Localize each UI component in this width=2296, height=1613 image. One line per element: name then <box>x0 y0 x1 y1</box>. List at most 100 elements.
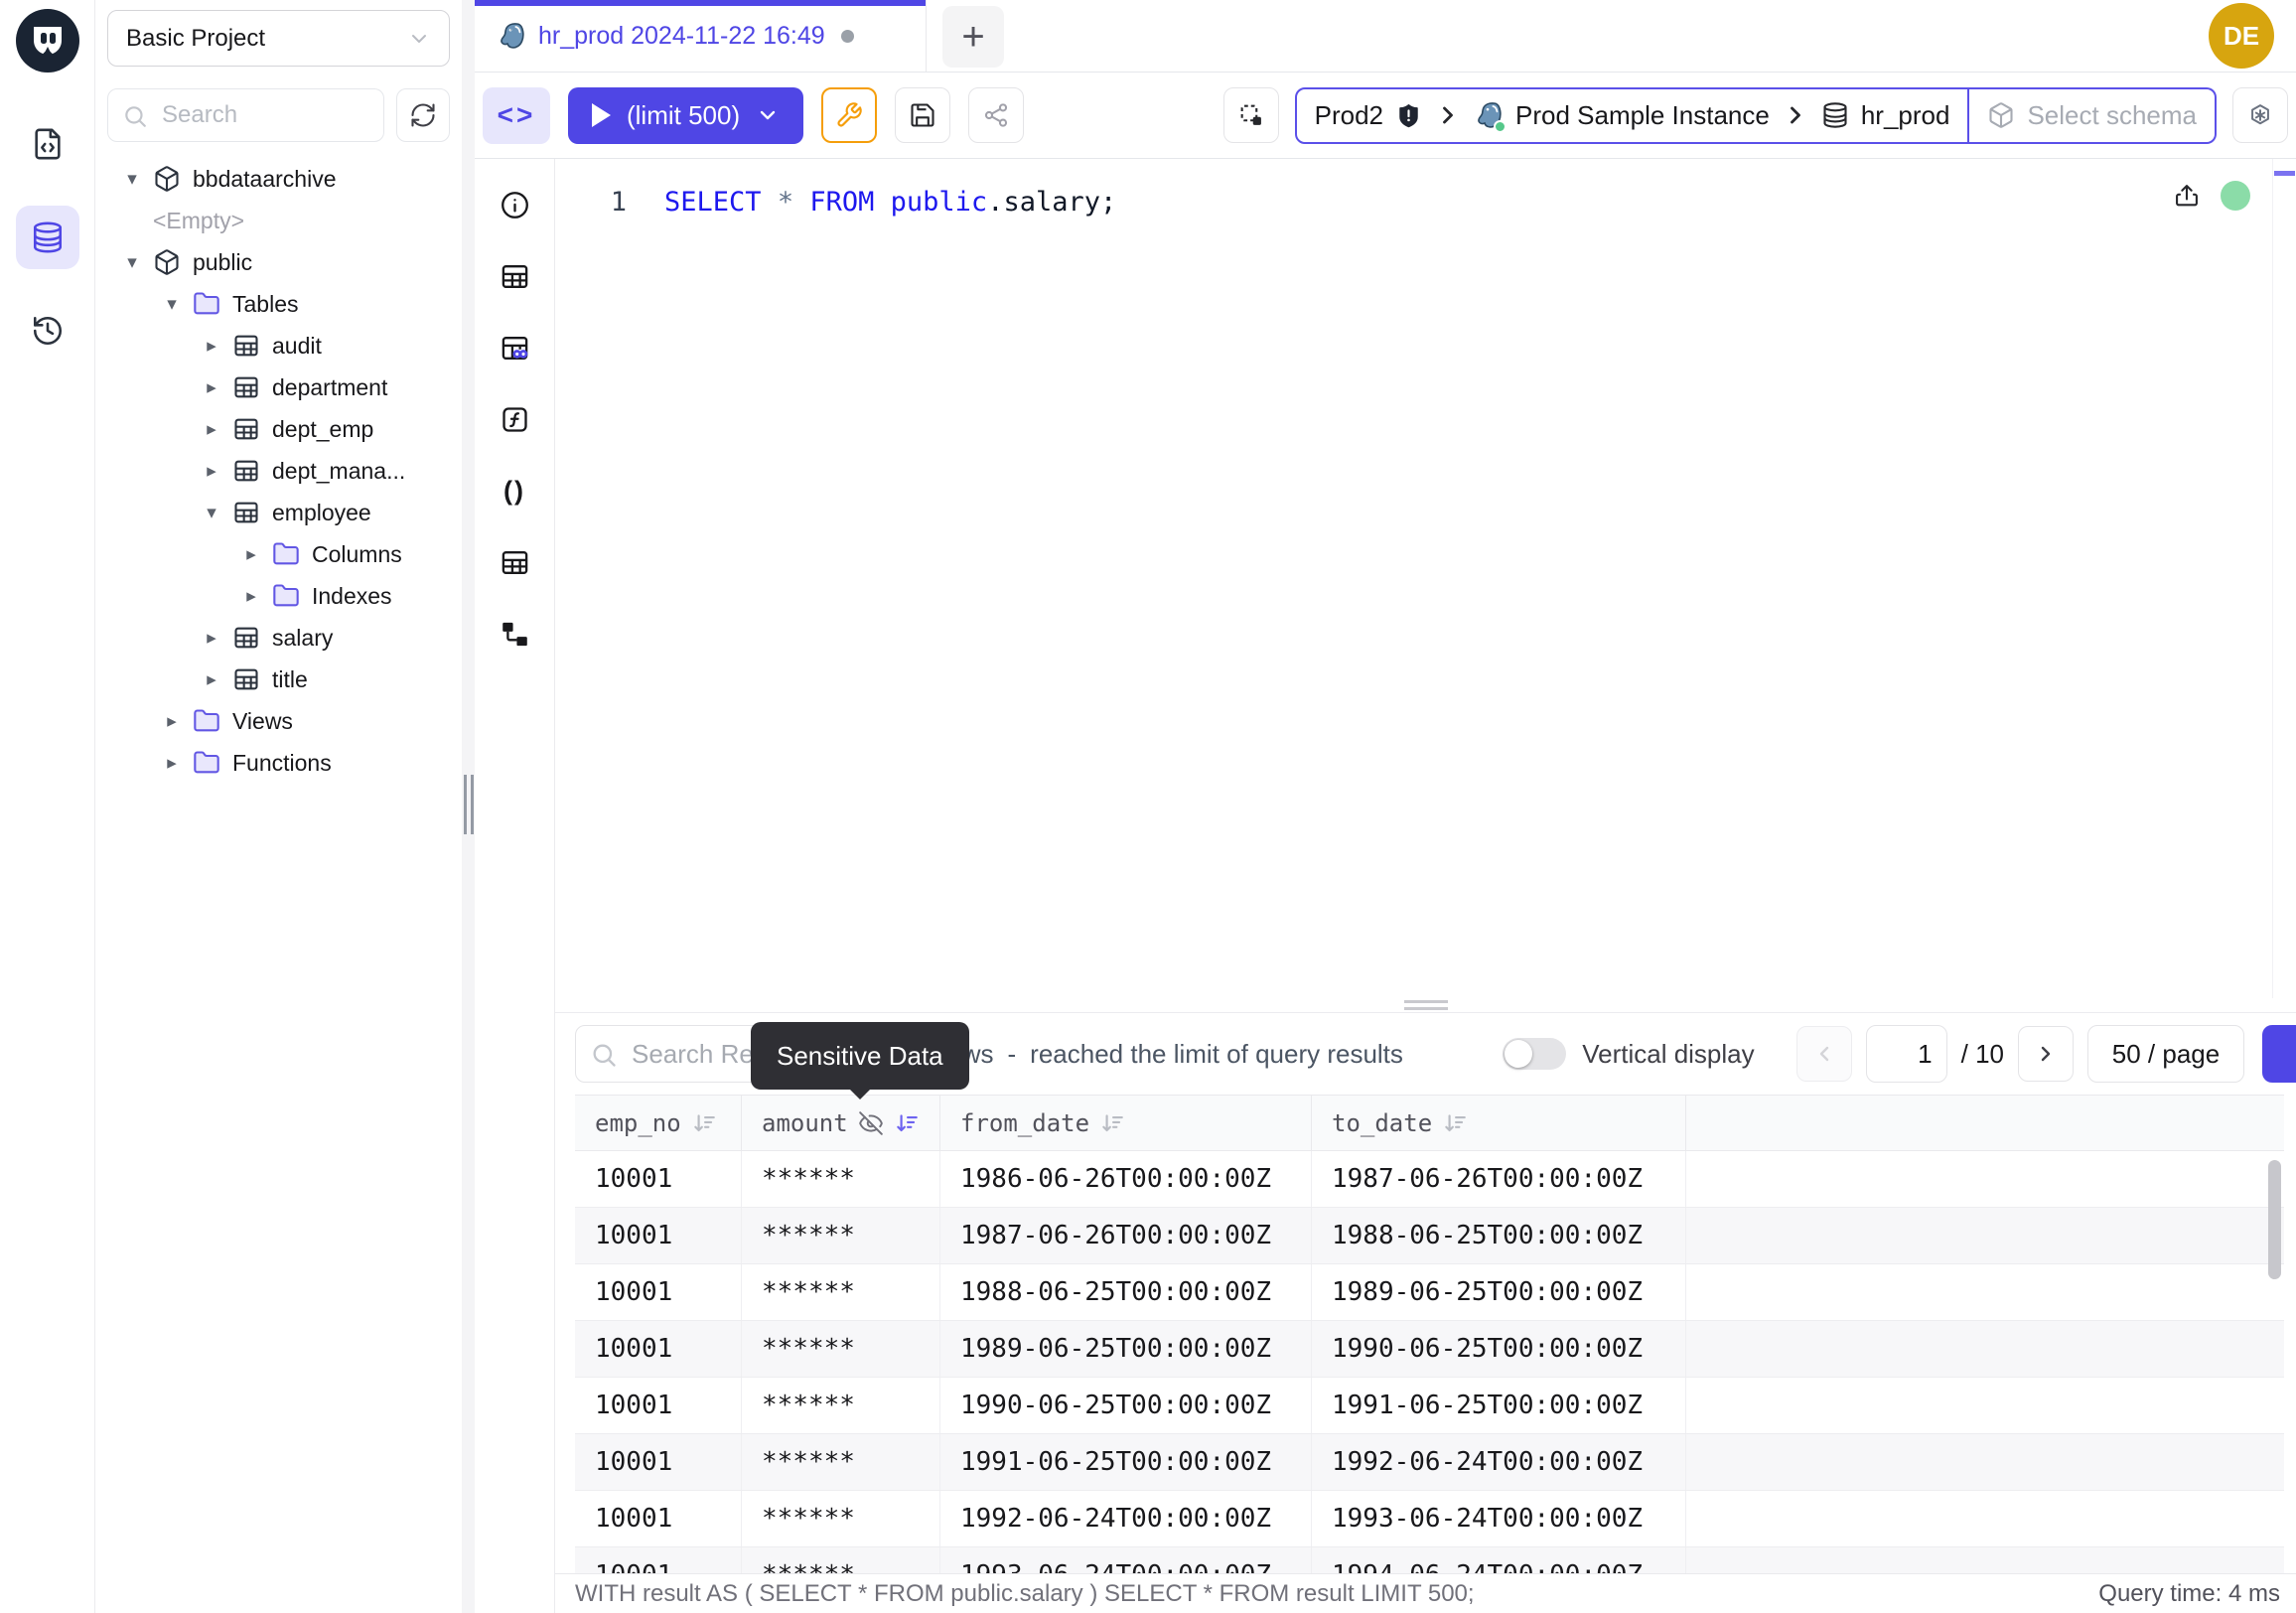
table-cell[interactable]: 1987-06-26T00:00:00Z <box>1312 1151 1686 1207</box>
share-button[interactable] <box>968 87 1024 143</box>
caret-right-icon[interactable]: ▸ <box>199 418 224 441</box>
table-cell[interactable]: 1991-06-25T00:00:00Z <box>940 1434 1312 1490</box>
refresh-button[interactable] <box>396 88 450 142</box>
table-cell[interactable]: 1993-06-24T00:00:00Z <box>940 1547 1312 1573</box>
tree-item-salary[interactable]: ▸salary <box>107 617 450 659</box>
table-cell[interactable]: 1989-06-25T00:00:00Z <box>940 1321 1312 1377</box>
strip-item-schema-diagram[interactable] <box>479 598 550 669</box>
tree-item-dept-mana[interactable]: ▸dept_mana... <box>107 450 450 492</box>
table-cell[interactable]: 1994-06-24T00:00:00Z <box>1312 1547 1686 1573</box>
table-cell[interactable]: 10001 <box>575 1491 742 1546</box>
table-cell[interactable]: ****** <box>742 1434 940 1490</box>
caret-right-icon[interactable]: ▸ <box>159 752 185 775</box>
caret-down-icon[interactable]: ▾ <box>119 168 145 191</box>
tab-hr-prod[interactable]: hr_prod 2024-11-22 16:49 <box>475 0 927 72</box>
table-cell[interactable]: 1992-06-24T00:00:00Z <box>940 1491 1312 1546</box>
tree-item-department[interactable]: ▸department <box>107 367 450 408</box>
caret-right-icon[interactable]: ▸ <box>199 460 224 483</box>
sidebar-search-input[interactable] <box>108 89 383 141</box>
editor-minimap[interactable] <box>2272 159 2296 998</box>
rail-item-history[interactable] <box>16 299 79 363</box>
caret-down-icon[interactable]: ▾ <box>159 293 185 316</box>
table-cell[interactable]: 1990-06-25T00:00:00Z <box>1312 1321 1686 1377</box>
caret-right-icon[interactable]: ▸ <box>199 376 224 399</box>
caret-right-icon[interactable]: ▸ <box>238 585 264 608</box>
batch-query-button[interactable] <box>1223 87 1279 143</box>
table-cell[interactable]: ****** <box>742 1321 940 1377</box>
scrollbar-thumb[interactable] <box>2268 1160 2281 1279</box>
table-cell[interactable]: 1989-06-25T00:00:00Z <box>1312 1264 1686 1320</box>
strip-item-info[interactable] <box>479 169 550 240</box>
table-cell[interactable]: 1988-06-25T00:00:00Z <box>1312 1208 1686 1263</box>
caret-right-icon[interactable]: ▸ <box>199 627 224 650</box>
avatar[interactable]: DE <box>2209 3 2274 69</box>
tree-item-dept-emp[interactable]: ▸dept_emp <box>107 408 450 450</box>
table-cell[interactable]: ****** <box>742 1151 940 1207</box>
caret-right-icon[interactable]: ▸ <box>238 543 264 566</box>
column-header-emp-no[interactable]: emp_no <box>575 1096 742 1150</box>
tree-item-employee[interactable]: ▾employee <box>107 492 450 533</box>
caret-right-icon[interactable]: ▸ <box>159 710 185 733</box>
table-cell[interactable]: 1992-06-24T00:00:00Z <box>1312 1434 1686 1490</box>
strip-item-masked-table[interactable] <box>479 312 550 383</box>
table-cell[interactable]: 10001 <box>575 1321 742 1377</box>
table-cell[interactable]: ****** <box>742 1547 940 1573</box>
table-cell[interactable]: 1986-06-26T00:00:00Z <box>940 1151 1312 1207</box>
strip-item-parens[interactable]: () <box>479 455 550 526</box>
schema-selector[interactable]: Select schema <box>1968 87 2217 144</box>
table-cell[interactable]: 1987-06-26T00:00:00Z <box>940 1208 1312 1263</box>
tree-item-title[interactable]: ▸title <box>107 659 450 700</box>
bytebase-logo-icon[interactable] <box>16 9 79 73</box>
sort-active-icon[interactable] <box>894 1110 920 1136</box>
caret-down-icon[interactable]: ▾ <box>119 251 145 274</box>
upload-icon[interactable] <box>2173 182 2201 210</box>
tree-item-empty[interactable]: <Empty> <box>107 200 450 241</box>
tree-item-indexes[interactable]: ▸Indexes <box>107 575 450 617</box>
tree-item-tables[interactable]: ▾Tables <box>107 283 450 325</box>
column-header-amount[interactable]: amount <box>742 1096 940 1150</box>
tree-item-functions[interactable]: ▸Functions <box>107 742 450 784</box>
code-mode-button[interactable]: <> <box>483 87 550 144</box>
strip-item-table[interactable] <box>479 526 550 598</box>
table-cell[interactable]: 1988-06-25T00:00:00Z <box>940 1264 1312 1320</box>
connection-selector[interactable]: Prod2 Prod Sample Instance hr_prod <box>1295 87 1970 144</box>
tree-item-views[interactable]: ▸Views <box>107 700 450 742</box>
sort-icon[interactable] <box>1099 1110 1125 1136</box>
chevron-down-icon[interactable] <box>756 103 780 127</box>
sidebar-resize-handle[interactable] <box>462 0 475 1613</box>
sql-editor[interactable]: 1 SELECT * FROM public.salary; <box>555 159 2296 998</box>
vertical-display-toggle[interactable] <box>1503 1038 1566 1070</box>
tree-item-public[interactable]: ▾public <box>107 241 450 283</box>
project-selector[interactable]: Basic Project <box>107 10 450 67</box>
export-button[interactable] <box>2262 1025 2296 1083</box>
table-cell[interactable]: 1990-06-25T00:00:00Z <box>940 1378 1312 1433</box>
eye-off-icon[interactable] <box>858 1110 884 1136</box>
tree-item-audit[interactable]: ▸audit <box>107 325 450 367</box>
table-cell[interactable]: ****** <box>742 1208 940 1263</box>
table-cell[interactable]: 10001 <box>575 1434 742 1490</box>
table-cell[interactable]: 10001 <box>575 1151 742 1207</box>
page-size-select[interactable]: 50 / page <box>2087 1025 2244 1083</box>
table-cell[interactable]: ****** <box>742 1491 940 1546</box>
format-sql-button[interactable] <box>821 87 877 143</box>
tree-item-bbdataarchive[interactable]: ▾bbdataarchive <box>107 158 450 200</box>
table-cell[interactable]: 1991-06-25T00:00:00Z <box>1312 1378 1686 1433</box>
prev-page-button[interactable] <box>1796 1026 1852 1082</box>
table-cell[interactable]: ****** <box>742 1264 940 1320</box>
column-header-to-date[interactable]: to_date <box>1312 1096 1686 1150</box>
table-cell[interactable]: 10001 <box>575 1378 742 1433</box>
ai-assistant-button[interactable] <box>2232 87 2288 143</box>
sort-icon[interactable] <box>1442 1110 1468 1136</box>
tree-item-columns[interactable]: ▸Columns <box>107 533 450 575</box>
next-page-button[interactable] <box>2018 1026 2074 1082</box>
strip-item-function[interactable] <box>479 383 550 455</box>
table-cell[interactable]: 10001 <box>575 1547 742 1573</box>
caret-right-icon[interactable]: ▸ <box>199 335 224 358</box>
new-tab-button[interactable]: + <box>942 6 1004 68</box>
table-cell[interactable]: 10001 <box>575 1264 742 1320</box>
sql-code-line[interactable]: SELECT * FROM public.salary; <box>664 187 1116 998</box>
table-cell[interactable]: 10001 <box>575 1208 742 1263</box>
rail-item-worksheet[interactable] <box>16 112 79 176</box>
caret-down-icon[interactable]: ▾ <box>199 502 224 524</box>
sort-icon[interactable] <box>691 1110 717 1136</box>
